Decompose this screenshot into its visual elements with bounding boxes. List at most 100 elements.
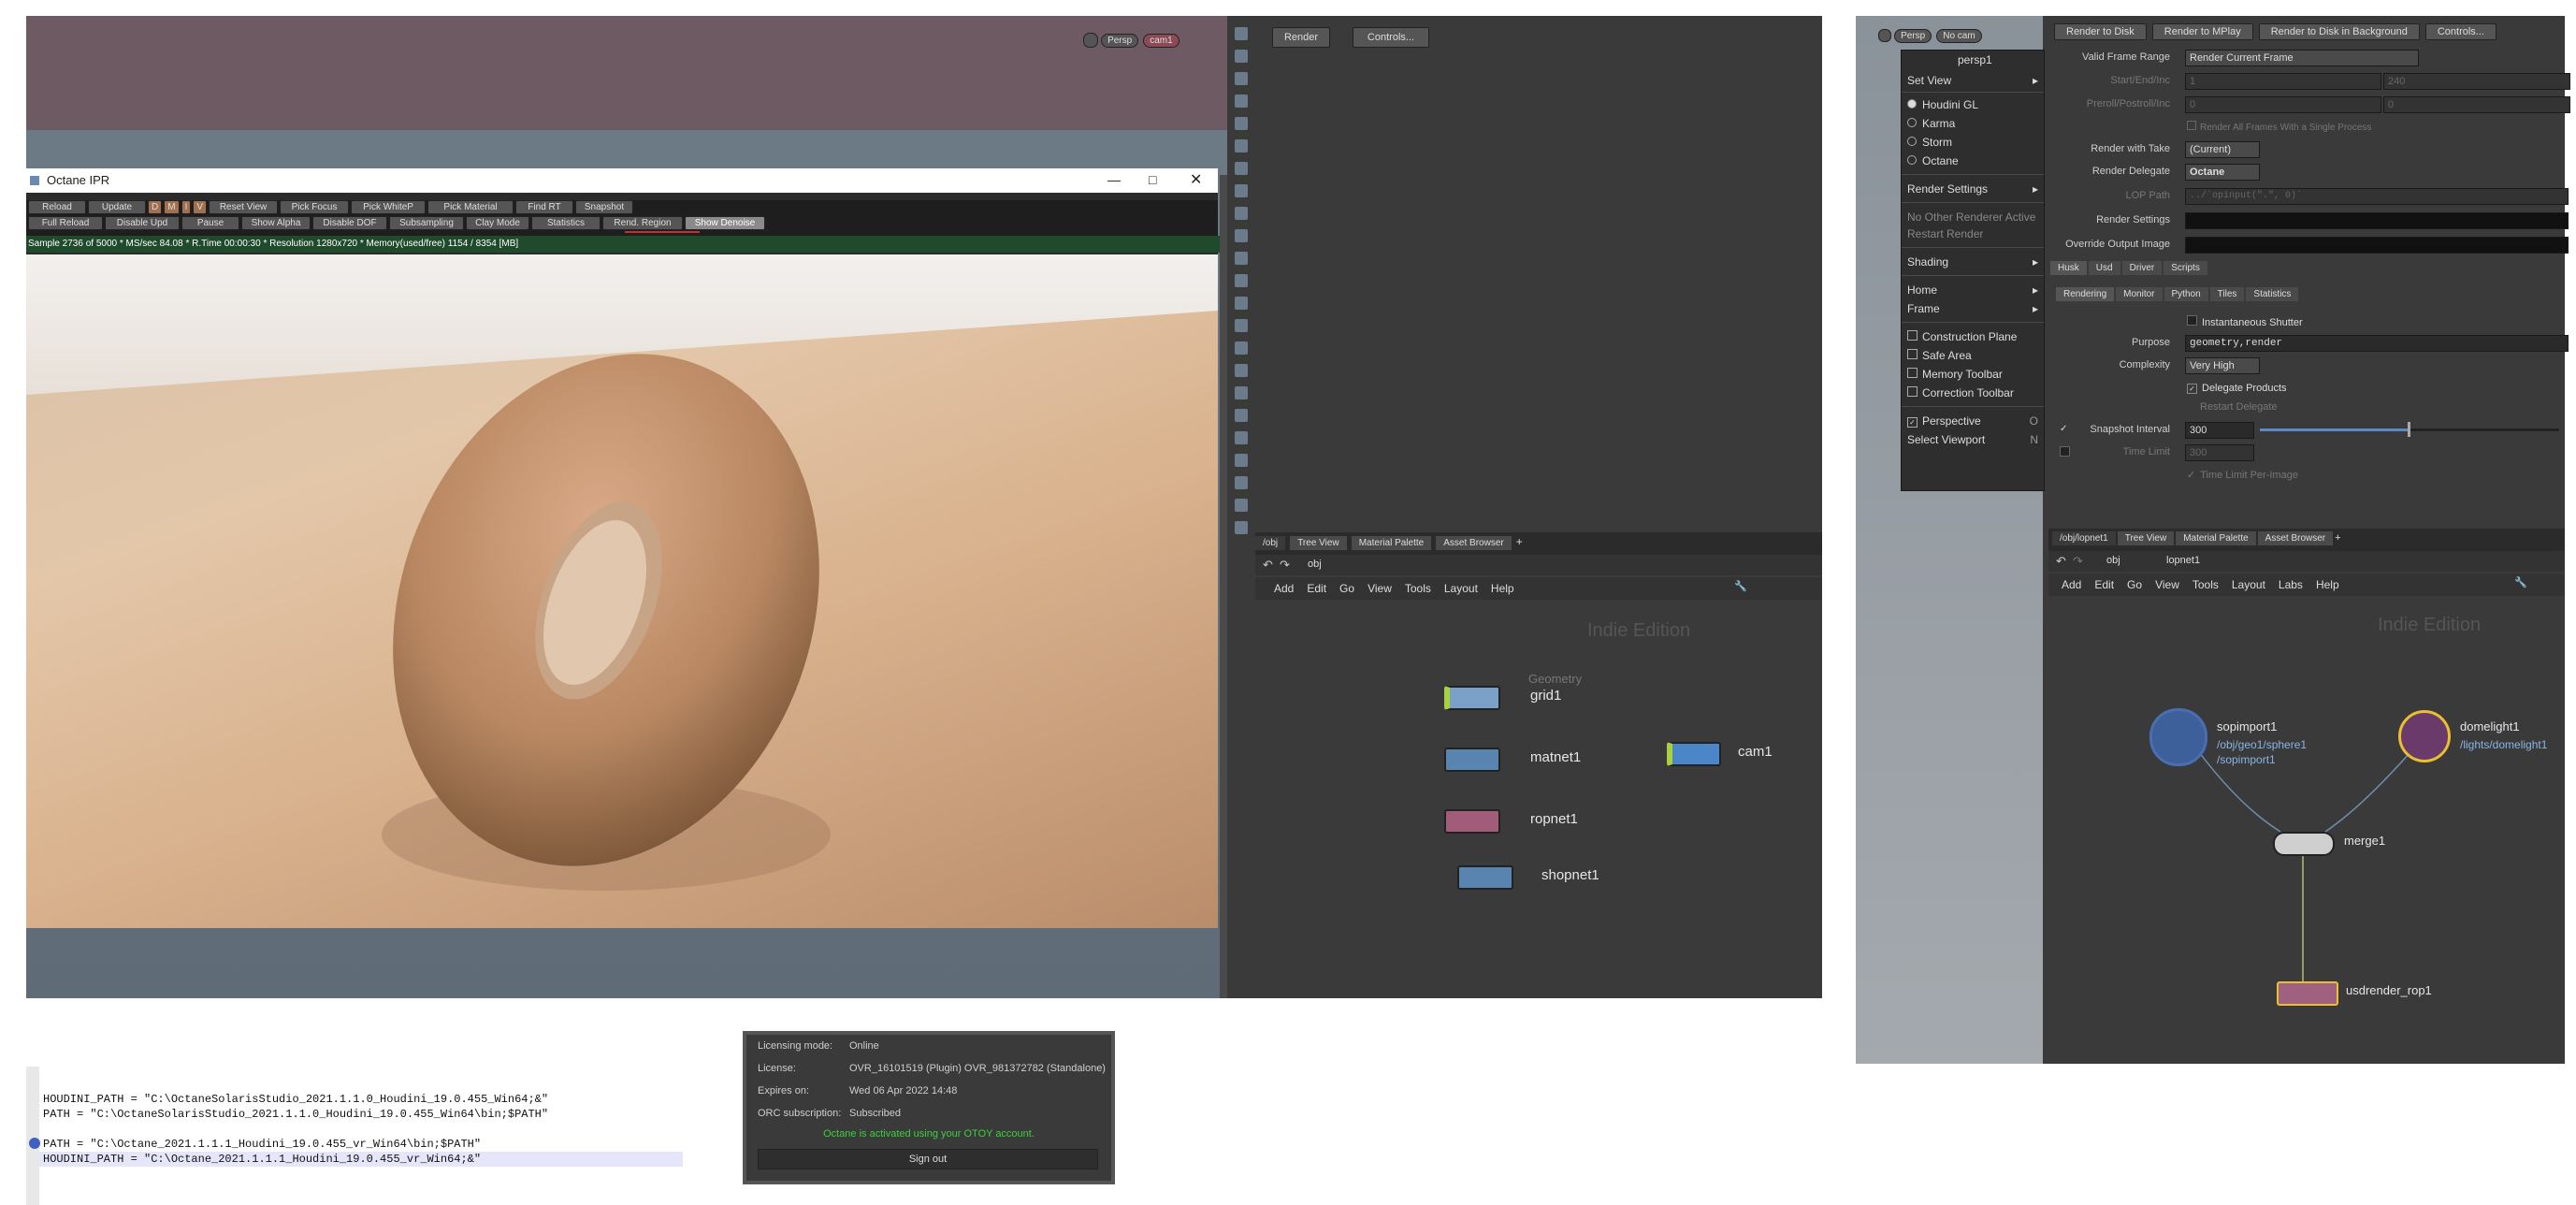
- brush-icon[interactable]: [1235, 274, 1248, 287]
- snap-icon[interactable]: [1235, 94, 1248, 108]
- link-icon[interactable]: [1235, 386, 1248, 399]
- persp-menu[interactable]: Persp: [1101, 33, 1139, 48]
- select-icon[interactable]: [1235, 27, 1248, 40]
- instantaneous-shutter-checkbox[interactable]: Instantaneous Shutter: [2187, 315, 2303, 328]
- ghost-icon[interactable]: [1235, 499, 1248, 512]
- btn-controls-[interactable]: Controls...: [2424, 23, 2496, 40]
- path-obj[interactable]: obj: [1308, 559, 1322, 570]
- merge1-node[interactable]: [2273, 832, 2335, 856]
- menu-edit[interactable]: Edit: [1307, 582, 1326, 595]
- right-viewport[interactable]: Persp No cam persp1 Set View ▸ Houdini GL…: [1856, 16, 2045, 1064]
- ipr-btn-find-rt[interactable]: Find RT: [515, 200, 574, 214]
- valid-frame-range-select[interactable]: Render Current Frame: [2185, 50, 2419, 66]
- menu-frame[interactable]: Frame ▸: [1902, 299, 2044, 318]
- menu-view[interactable]: View: [1368, 582, 1392, 595]
- net-tab-0[interactable]: /obj/lopnet1: [2052, 531, 2116, 545]
- forward-icon[interactable]: ↷: [1280, 558, 1290, 573]
- path-obj[interactable]: obj: [2106, 555, 2120, 566]
- grid-icon[interactable]: [1235, 184, 1248, 197]
- point-icon[interactable]: [1235, 229, 1248, 242]
- ipr-btn-pick-material[interactable]: Pick Material: [427, 200, 514, 214]
- menu-edit[interactable]: Edit: [2094, 578, 2114, 591]
- purpose-field[interactable]: geometry,render: [2185, 335, 2569, 352]
- menu-layout[interactable]: Layout: [1444, 582, 1478, 595]
- ipr-render-image[interactable]: [26, 254, 1218, 928]
- ipr-btn-snapshot[interactable]: Snapshot: [575, 200, 634, 214]
- ipr-btn-show-alpha[interactable]: Show Alpha: [241, 216, 311, 230]
- ipr-btn-subsampling[interactable]: Subsampling: [389, 216, 464, 230]
- tab-driver[interactable]: Driver: [2121, 261, 2163, 275]
- maximize-icon[interactable]: □: [1149, 172, 1156, 187]
- view-icon[interactable]: [1235, 409, 1248, 422]
- preroll-field[interactable]: 0: [2185, 96, 2381, 113]
- menu-tools[interactable]: Tools: [2192, 578, 2219, 591]
- delegate-products-checkbox[interactable]: ✓ Delegate Products: [2187, 383, 2287, 394]
- render-all-frames-checkbox[interactable]: Render All Frames With a Single Process: [2187, 121, 2371, 133]
- render-delegate-select[interactable]: Octane: [2185, 164, 2260, 181]
- minimize-icon[interactable]: —: [1107, 172, 1121, 187]
- menu-shading[interactable]: Shading ▸: [1902, 253, 2044, 271]
- ipr-btn-reset-view[interactable]: Reset View: [209, 200, 279, 214]
- menu-add[interactable]: Add: [2062, 578, 2081, 591]
- back-icon[interactable]: ↶: [1263, 558, 1273, 573]
- ipr-btn-v[interactable]: V: [193, 200, 208, 214]
- edge-icon[interactable]: [1235, 252, 1248, 265]
- tab-python[interactable]: Python: [2164, 287, 2208, 301]
- transform-icon[interactable]: [1235, 50, 1248, 63]
- tab-obj[interactable]: /obj: [1255, 536, 1286, 550]
- handle-icon[interactable]: [1235, 207, 1248, 220]
- net-tab-2[interactable]: Material Palette: [2176, 531, 2256, 545]
- btn-render-to-disk-in-background[interactable]: Render to Disk in Background: [2258, 23, 2420, 40]
- menu-labs[interactable]: Labs: [2279, 578, 2303, 591]
- path-lopnet[interactable]: lopnet1: [2166, 555, 2200, 566]
- render-settings-field[interactable]: [2185, 212, 2569, 229]
- light-icon[interactable]: [1235, 139, 1248, 152]
- ipr-btn-rend-region[interactable]: Rend. Region: [602, 216, 683, 230]
- ipr-btn-d[interactable]: D: [148, 200, 163, 214]
- wrench-icon[interactable]: 🔧: [1734, 580, 1747, 592]
- display-icon[interactable]: [1235, 431, 1248, 444]
- net-tab-3[interactable]: Asset Browser: [2257, 531, 2334, 545]
- tab-usd[interactable]: Usd: [2088, 261, 2120, 275]
- time-limit-per-image-checkbox[interactable]: ✓ Time Limit Per-Image: [2187, 469, 2298, 481]
- ipr-btn-disable-upd[interactable]: Disable Upd: [105, 216, 180, 230]
- right-lock-icon[interactable]: [1878, 29, 1891, 43]
- render-icon[interactable]: [1235, 476, 1248, 489]
- ipr-btn-i[interactable]: I: [181, 200, 192, 214]
- right-nocam-menu[interactable]: No cam: [1936, 29, 1982, 43]
- render-button[interactable]: Render: [1272, 27, 1330, 48]
- grid1-node[interactable]: [1444, 686, 1500, 710]
- ipr-btn-disable-dof[interactable]: Disable DOF: [312, 216, 387, 230]
- ropnet1-node[interactable]: [1444, 809, 1500, 834]
- restart-delegate-button[interactable]: Restart Delegate: [2200, 401, 2278, 413]
- menu-go[interactable]: Go: [2127, 578, 2142, 591]
- time-limit-field[interactable]: 300: [2185, 444, 2254, 461]
- snapshot-interval-field[interactable]: 300: [2185, 422, 2254, 439]
- cam1-node[interactable]: [1667, 742, 1721, 766]
- ipr-btn-pick-whitep[interactable]: Pick WhiteP: [351, 200, 427, 214]
- menu-help[interactable]: Help: [2316, 578, 2339, 591]
- add-tab-icon[interactable]: +: [1516, 535, 1523, 548]
- sopimport1-node[interactable]: [2149, 708, 2207, 766]
- ipr-btn-pause[interactable]: Pause: [181, 216, 239, 230]
- ipr-btn-full-reload[interactable]: Full Reload: [28, 216, 103, 230]
- eye-icon[interactable]: [1235, 162, 1248, 175]
- lop-path-field[interactable]: ../`opinput(".", 0)`: [2185, 188, 2569, 205]
- info-icon[interactable]: [1235, 521, 1248, 534]
- ipr-btn-pick-focus[interactable]: Pick Focus: [280, 200, 350, 214]
- complexity-select[interactable]: Very High: [2185, 357, 2260, 374]
- back-icon[interactable]: ↶: [2056, 554, 2066, 569]
- menu-layout[interactable]: Layout: [2232, 578, 2265, 591]
- menu-tools[interactable]: Tools: [1405, 582, 1431, 595]
- sign-out-button[interactable]: Sign out: [758, 1149, 1098, 1169]
- override-output-field[interactable]: [2185, 237, 2569, 254]
- ipr-btn-statistics[interactable]: Statistics: [531, 216, 601, 230]
- btn-render-to-disk[interactable]: Render to Disk: [2054, 23, 2147, 40]
- tab-material-palette[interactable]: Material Palette: [1351, 536, 1432, 550]
- menu-karma[interactable]: Karma: [1902, 114, 2044, 133]
- menu-correction-toolbar[interactable]: Correction Toolbar: [1902, 384, 2044, 402]
- tab-husk[interactable]: Husk: [2050, 261, 2087, 275]
- lock-icon[interactable]: [1083, 33, 1098, 48]
- paint-icon[interactable]: [1235, 319, 1248, 332]
- render-with-take-select[interactable]: (Current): [2185, 141, 2260, 158]
